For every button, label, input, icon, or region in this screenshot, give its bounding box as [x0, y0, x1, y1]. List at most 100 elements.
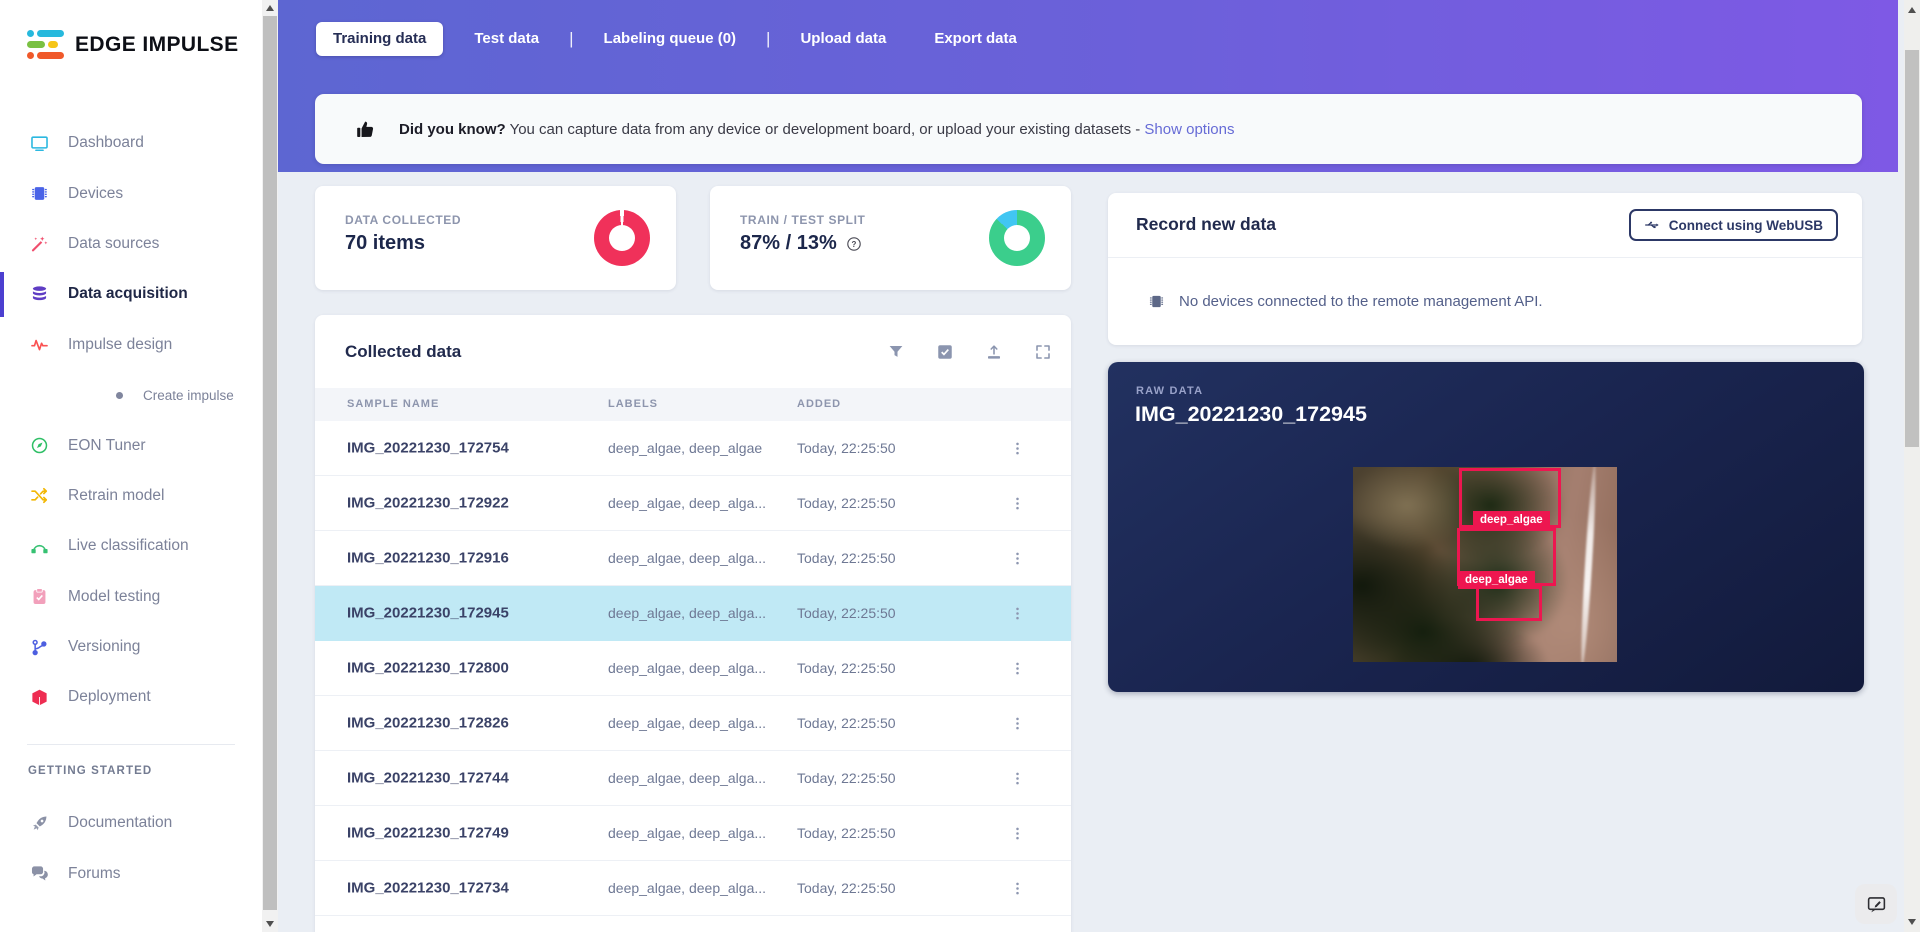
cell-name: IMG_20221230_172749	[347, 824, 509, 842]
row-menu-button[interactable]	[1005, 436, 1029, 460]
cell-name: IMG_20221230_172754	[347, 439, 509, 457]
table-row[interactable]: IMG_20221230_172922 deep_algae, deep_alga…	[315, 476, 1071, 531]
cell-added: Today, 22:25:50	[797, 440, 896, 456]
sidebar-item-devices[interactable]: Devices	[0, 168, 262, 218]
sidebar-item-live-classification[interactable]: Live classification	[0, 521, 262, 571]
page-scrollbar[interactable]	[1904, 0, 1920, 932]
up-arrow-icon	[1908, 7, 1916, 13]
record-new-data-title: Record new data	[1136, 214, 1277, 234]
tab-test-data[interactable]: Test data	[457, 22, 556, 56]
sidebar-item-data-acquisition[interactable]: Data acquisition	[0, 269, 262, 319]
row-menu-button[interactable]	[1005, 711, 1029, 735]
table-row[interactable]: IMG_20221230_172754 deep_algae, deep_alga…	[315, 421, 1071, 476]
cell-name: IMG_20221230_172945	[347, 604, 509, 622]
cell-labels: deep_algae, deep_alga...	[608, 770, 767, 786]
sidebar-item-label: Impulse design	[68, 335, 173, 353]
table-row[interactable]: IMG_20221230_172734 deep_algae, deep_alga…	[315, 861, 1071, 916]
collected-data-card: Collected data SAMPLE NAME LABELS ADDED …	[315, 315, 1071, 932]
sidebar-item-model-testing[interactable]: Model testing	[0, 572, 262, 622]
kebab-icon	[1009, 495, 1026, 512]
edge-impulse-logo-icon	[27, 30, 64, 59]
tab-upload-data[interactable]: Upload data	[783, 22, 903, 56]
row-menu-button[interactable]	[1005, 766, 1029, 790]
tab-training-data[interactable]: Training data	[316, 22, 444, 56]
database-icon	[30, 285, 49, 304]
kebab-icon	[1009, 605, 1026, 622]
sidebar: EDGE IMPULSE Dashboard Devices Data source…	[0, 0, 262, 932]
kebab-icon	[1009, 770, 1026, 787]
sidebar-item-eon-tuner[interactable]: EON Tuner	[0, 420, 262, 470]
sidebar-item-impulse-design[interactable]: Impulse design	[0, 320, 262, 370]
bounding-box	[1476, 586, 1542, 621]
scroll-down-button[interactable]	[1904, 914, 1920, 930]
row-menu-button[interactable]	[1005, 821, 1029, 845]
cell-labels: deep_algae, deep_alga...	[608, 605, 767, 621]
table-row[interactable]: IMG_20221230_172800 deep_algae, deep_alga…	[315, 641, 1071, 696]
waveform-icon	[30, 335, 49, 354]
sidebar-item-forums[interactable]: Forums	[0, 848, 262, 898]
down-arrow-icon	[1908, 919, 1916, 925]
banner-bold: Did you know?	[399, 120, 506, 138]
sidebar-item-label: Retrain model	[68, 486, 165, 504]
feedback-button[interactable]	[1855, 884, 1897, 924]
cell-name: IMG_20221230_172744	[347, 769, 509, 787]
cell-labels: deep_algae, deep_alga...	[608, 495, 767, 511]
sidebar-item-versioning[interactable]: Versioning	[0, 622, 262, 672]
data-collected-value: 70 items	[345, 232, 426, 254]
sidebar-item-label: Data acquisition	[68, 285, 188, 303]
svg-text:?: ?	[851, 239, 856, 248]
train-test-split-donut	[989, 210, 1045, 266]
cell-added: Today, 22:25:50	[797, 770, 896, 786]
table-row[interactable]: IMG_20221230_172945 deep_algae, deep_alga…	[315, 586, 1071, 641]
column-labels: LABELS	[608, 398, 658, 410]
kebab-icon	[1009, 880, 1026, 897]
column-sample-name: SAMPLE NAME	[347, 398, 440, 410]
train-test-split-value: 87% / 13%	[740, 232, 837, 254]
sidebar-item-create-impulse[interactable]: Create impulse	[0, 370, 262, 420]
tab-export-data[interactable]: Export data	[917, 22, 1034, 56]
filter-icon[interactable]	[887, 343, 905, 361]
kebab-icon	[1009, 440, 1026, 457]
checkbox-icon[interactable]	[936, 343, 954, 361]
row-menu-button[interactable]	[1005, 491, 1029, 515]
sidebar-item-retrain-model[interactable]: Retrain model	[0, 471, 262, 521]
train-test-split-label: TRAIN / TEST SPLIT	[740, 213, 866, 227]
help-icon[interactable]: ?	[846, 236, 862, 252]
row-menu-button[interactable]	[1005, 546, 1029, 570]
show-options-link[interactable]: Show options	[1144, 121, 1234, 138]
scrollbar-thumb[interactable]	[1905, 50, 1919, 447]
table-row[interactable]: IMG_20221230_172744 deep_algae, deep_alga…	[315, 751, 1071, 806]
scroll-down-button[interactable]	[262, 916, 278, 932]
compass-icon	[30, 436, 49, 455]
cell-added: Today, 22:25:50	[797, 550, 896, 566]
sidebar-item-documentation[interactable]: Documentation	[0, 798, 262, 848]
sidebar-item-label: Dashboard	[68, 134, 144, 152]
sidebar-item-data-sources[interactable]: Data sources	[0, 219, 262, 269]
tab-labeling-queue-0[interactable]: Labeling queue (0)	[587, 22, 754, 56]
upload-icon[interactable]	[985, 343, 1003, 361]
row-menu-button[interactable]	[1005, 656, 1029, 680]
cell-labels: deep_algae, deep_alga...	[608, 880, 767, 896]
table-row[interactable]: IMG_20221230_172916 deep_algae, deep_alga…	[315, 531, 1071, 586]
kebab-icon	[1009, 660, 1026, 677]
table-row[interactable]: IMG_20221230_172749 deep_algae, deep_alga…	[315, 806, 1071, 861]
edge-impulse-logo[interactable]: EDGE IMPULSE	[27, 30, 239, 59]
table-row[interactable]: IMG_20221230_172826 deep_algae, deep_alga…	[315, 696, 1071, 751]
sidebar-item-label: Deployment	[68, 688, 151, 706]
expand-icon[interactable]	[1034, 343, 1052, 361]
column-added: ADDED	[797, 398, 842, 410]
feedback-icon	[1866, 894, 1887, 915]
connect-webusb-button[interactable]: Connect using WebUSB	[1628, 209, 1838, 241]
sidebar-item-deployment[interactable]: Deployment	[0, 672, 262, 722]
edge-impulse-app: EDGE IMPULSE Dashboard Devices Data source…	[0, 0, 1920, 932]
row-menu-button[interactable]	[1005, 876, 1029, 900]
tab-separator: |	[569, 29, 574, 48]
clipboard-icon	[30, 587, 49, 606]
sidebar-item-dashboard[interactable]: Dashboard	[0, 118, 262, 168]
monitor-icon	[30, 134, 49, 153]
scroll-up-button[interactable]	[262, 0, 278, 16]
scrollbar-thumb[interactable]	[263, 16, 277, 910]
content-scrollbar[interactable]	[262, 0, 278, 932]
scroll-up-button[interactable]	[1904, 2, 1920, 18]
row-menu-button[interactable]	[1005, 601, 1029, 625]
